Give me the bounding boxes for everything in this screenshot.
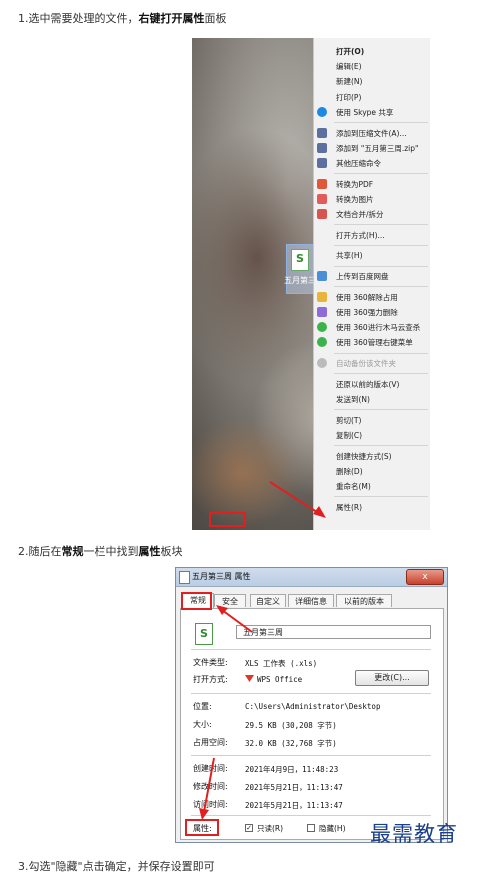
watermark-logo: 最需教育 xyxy=(370,822,458,846)
properties-highlight-box xyxy=(209,512,246,527)
properties-dialog: 五月第三周 属性 x 常规 安全 自定义 详细信息 以前的版本 五月第三周 文件… xyxy=(175,567,448,843)
step1-text: 1.选中需要处理的文件，右键打开属性面板 xyxy=(18,10,227,26)
red-arrow-icon xyxy=(269,481,326,518)
red-arrow-icon xyxy=(199,605,253,820)
step2-prefix: 2.随后在 xyxy=(18,545,62,558)
step1-bold: 右键打开属性 xyxy=(138,12,205,25)
step2-mid: 一栏中找到 xyxy=(83,545,139,558)
step2-text: 2.随后在常规一栏中找到属性板块 xyxy=(18,543,183,559)
step1-suffix: 面板 xyxy=(204,12,227,25)
step2-bold1: 常规 xyxy=(61,545,84,558)
context-menu-screenshot: 五月第三 打开(O)编辑(E)新建(N)打印(P)使用 Skype 共享添加到压… xyxy=(192,38,430,530)
step1-prefix: 1.选中需要处理的文件， xyxy=(18,12,139,25)
step2-bold2: 属性 xyxy=(138,545,161,558)
step2-suffix: 板块 xyxy=(160,545,183,558)
step3-text: 3.勾选"隐藏"点击确定，并保存设置即可 xyxy=(18,860,215,873)
